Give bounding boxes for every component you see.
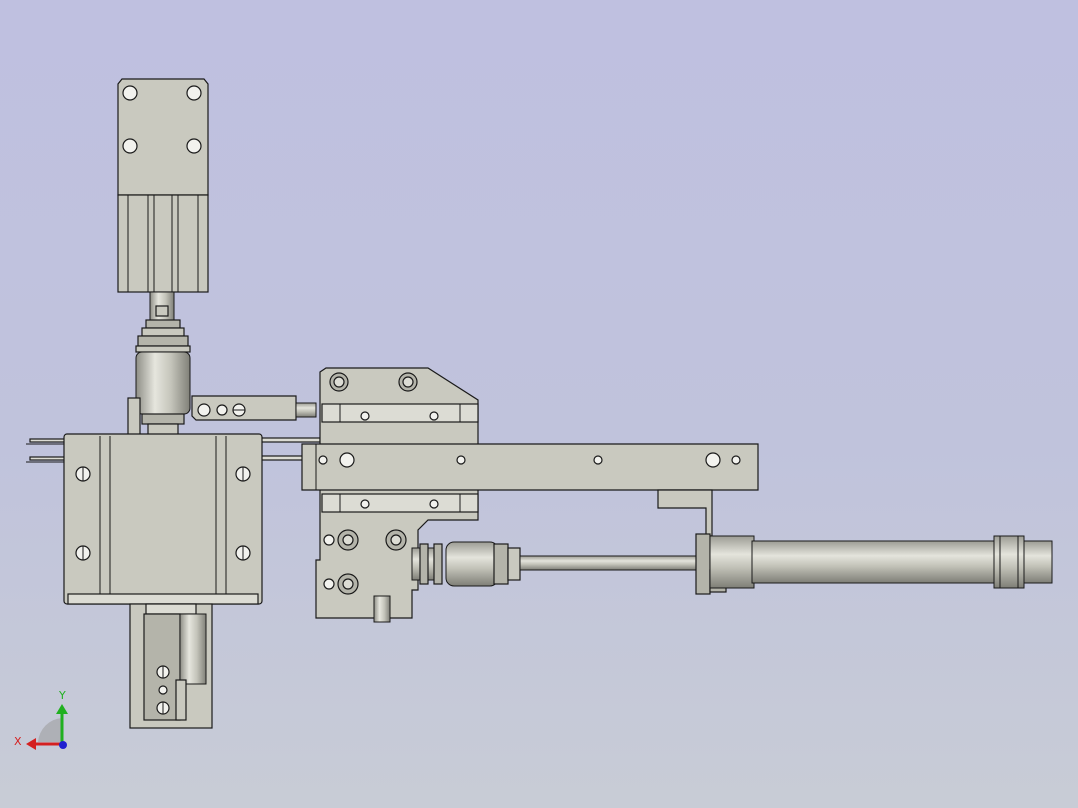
x-axis-label: X xyxy=(14,735,22,748)
top-vertical-cylinder xyxy=(117,78,209,437)
z-axis-dot xyxy=(59,741,67,749)
horizontal-cylinder xyxy=(411,533,1053,595)
coordinate-triad: Y X xyxy=(14,689,68,750)
cad-viewport[interactable]: Y X xyxy=(0,0,1078,808)
assembly-drawing: Y X xyxy=(14,78,1053,750)
main-slide-block xyxy=(63,433,263,605)
bottom-vertical-cylinder xyxy=(129,603,213,729)
y-axis-label: Y xyxy=(58,689,66,702)
